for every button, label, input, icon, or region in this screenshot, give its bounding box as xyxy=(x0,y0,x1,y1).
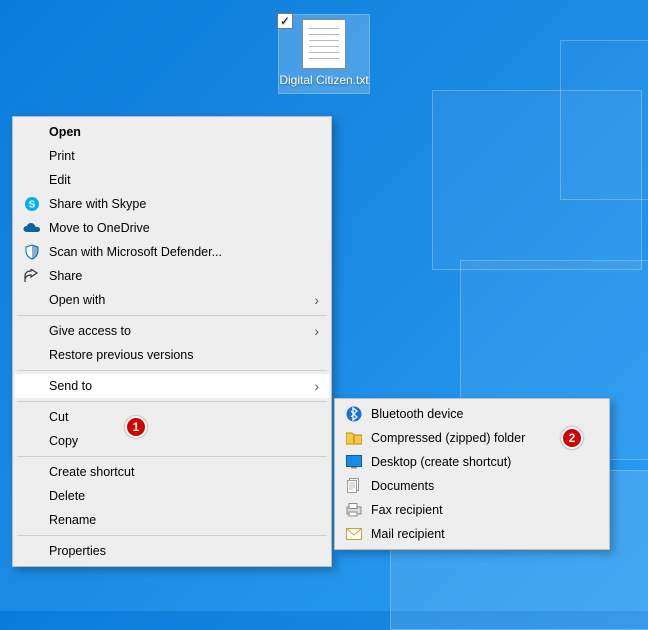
menu-label: Rename xyxy=(49,513,301,527)
blank-icon xyxy=(21,408,43,426)
blank-icon xyxy=(21,291,43,309)
menu-label: Open xyxy=(49,125,301,139)
svg-text:S: S xyxy=(29,200,36,211)
menu-print[interactable]: Print xyxy=(15,144,329,168)
menu-label: Desktop (create shortcut) xyxy=(371,455,593,469)
bluetooth-icon xyxy=(343,405,365,423)
blank-icon xyxy=(21,322,43,340)
blank-icon xyxy=(21,542,43,560)
desktop-icon xyxy=(343,453,365,471)
skype-icon: S xyxy=(21,195,43,213)
blank-icon xyxy=(21,171,43,189)
menu-label: Copy xyxy=(49,434,301,448)
menu-label: Create shortcut xyxy=(49,465,301,479)
menu-label: Fax recipient xyxy=(371,503,593,517)
menu-label: Compressed (zipped) folder xyxy=(371,431,593,445)
documents-icon xyxy=(343,477,365,495)
menu-label: Cut xyxy=(49,410,301,424)
submenu-arrow-icon: › xyxy=(314,378,319,394)
fax-icon xyxy=(343,501,365,519)
menu-copy[interactable]: Copy xyxy=(15,429,329,453)
menu-separator xyxy=(17,456,327,457)
blank-icon xyxy=(21,123,43,141)
annotation-badge-1: 1 xyxy=(125,416,147,438)
file-checkbox[interactable]: ✓ xyxy=(277,13,293,29)
menu-label: Send to xyxy=(49,379,301,393)
annotation-badge-2: 2 xyxy=(561,427,583,449)
submenu-arrow-icon: › xyxy=(314,292,319,308)
blank-icon xyxy=(21,147,43,165)
submenu-desktop-shortcut[interactable]: Desktop (create shortcut) xyxy=(337,450,607,474)
menu-create-shortcut[interactable]: Create shortcut xyxy=(15,460,329,484)
menu-separator xyxy=(17,370,327,371)
menu-share[interactable]: Share xyxy=(15,264,329,288)
menu-restore-versions[interactable]: Restore previous versions xyxy=(15,343,329,367)
file-label: Digital Citizen.txt xyxy=(279,73,369,87)
blank-icon xyxy=(21,432,43,450)
context-menu: Open Print Edit S Share with Skype Move … xyxy=(12,116,332,567)
menu-label: Properties xyxy=(49,544,301,558)
bg-pane xyxy=(560,40,648,200)
blank-icon xyxy=(21,511,43,529)
menu-share-skype[interactable]: S Share with Skype xyxy=(15,192,329,216)
menu-label: Documents xyxy=(371,479,593,493)
submenu-documents[interactable]: Documents xyxy=(337,474,607,498)
menu-label: Edit xyxy=(49,173,301,187)
txt-file-icon xyxy=(302,19,346,69)
zip-folder-icon xyxy=(343,429,365,447)
send-to-submenu: Bluetooth device Compressed (zipped) fol… xyxy=(334,398,610,550)
menu-separator xyxy=(17,535,327,536)
blank-icon xyxy=(21,487,43,505)
menu-label: Move to OneDrive xyxy=(49,221,301,235)
menu-rename[interactable]: Rename xyxy=(15,508,329,532)
submenu-arrow-icon: › xyxy=(314,323,319,339)
menu-properties[interactable]: Properties xyxy=(15,539,329,563)
menu-edit[interactable]: Edit xyxy=(15,168,329,192)
menu-label: Print xyxy=(49,149,301,163)
menu-label: Share xyxy=(49,269,301,283)
menu-move-onedrive[interactable]: Move to OneDrive xyxy=(15,216,329,240)
blank-icon xyxy=(21,377,43,395)
menu-send-to[interactable]: Send to › xyxy=(15,374,329,398)
menu-label: Give access to xyxy=(49,324,301,338)
blank-icon xyxy=(21,463,43,481)
menu-label: Share with Skype xyxy=(49,197,301,211)
menu-label: Restore previous versions xyxy=(49,348,301,362)
menu-defender-scan[interactable]: Scan with Microsoft Defender... xyxy=(15,240,329,264)
menu-label: Delete xyxy=(49,489,301,503)
menu-separator xyxy=(17,401,327,402)
menu-give-access[interactable]: Give access to › xyxy=(15,319,329,343)
onedrive-icon xyxy=(21,219,43,237)
menu-separator xyxy=(17,315,327,316)
menu-label: Bluetooth device xyxy=(371,407,593,421)
menu-cut[interactable]: Cut xyxy=(15,405,329,429)
submenu-mail-recipient[interactable]: Mail recipient xyxy=(337,522,607,546)
share-icon xyxy=(21,267,43,285)
menu-delete[interactable]: Delete xyxy=(15,484,329,508)
menu-label: Open with xyxy=(49,293,301,307)
menu-label: Scan with Microsoft Defender... xyxy=(49,245,301,259)
mail-icon xyxy=(343,525,365,543)
menu-label: Mail recipient xyxy=(371,527,593,541)
desktop-file-selected[interactable]: ✓ Digital Citizen.txt xyxy=(278,14,370,94)
defender-shield-icon xyxy=(21,243,43,261)
submenu-bluetooth[interactable]: Bluetooth device xyxy=(337,402,607,426)
submenu-fax-recipient[interactable]: Fax recipient xyxy=(337,498,607,522)
menu-open-with[interactable]: Open with › xyxy=(15,288,329,312)
menu-open[interactable]: Open xyxy=(15,120,329,144)
blank-icon xyxy=(21,346,43,364)
